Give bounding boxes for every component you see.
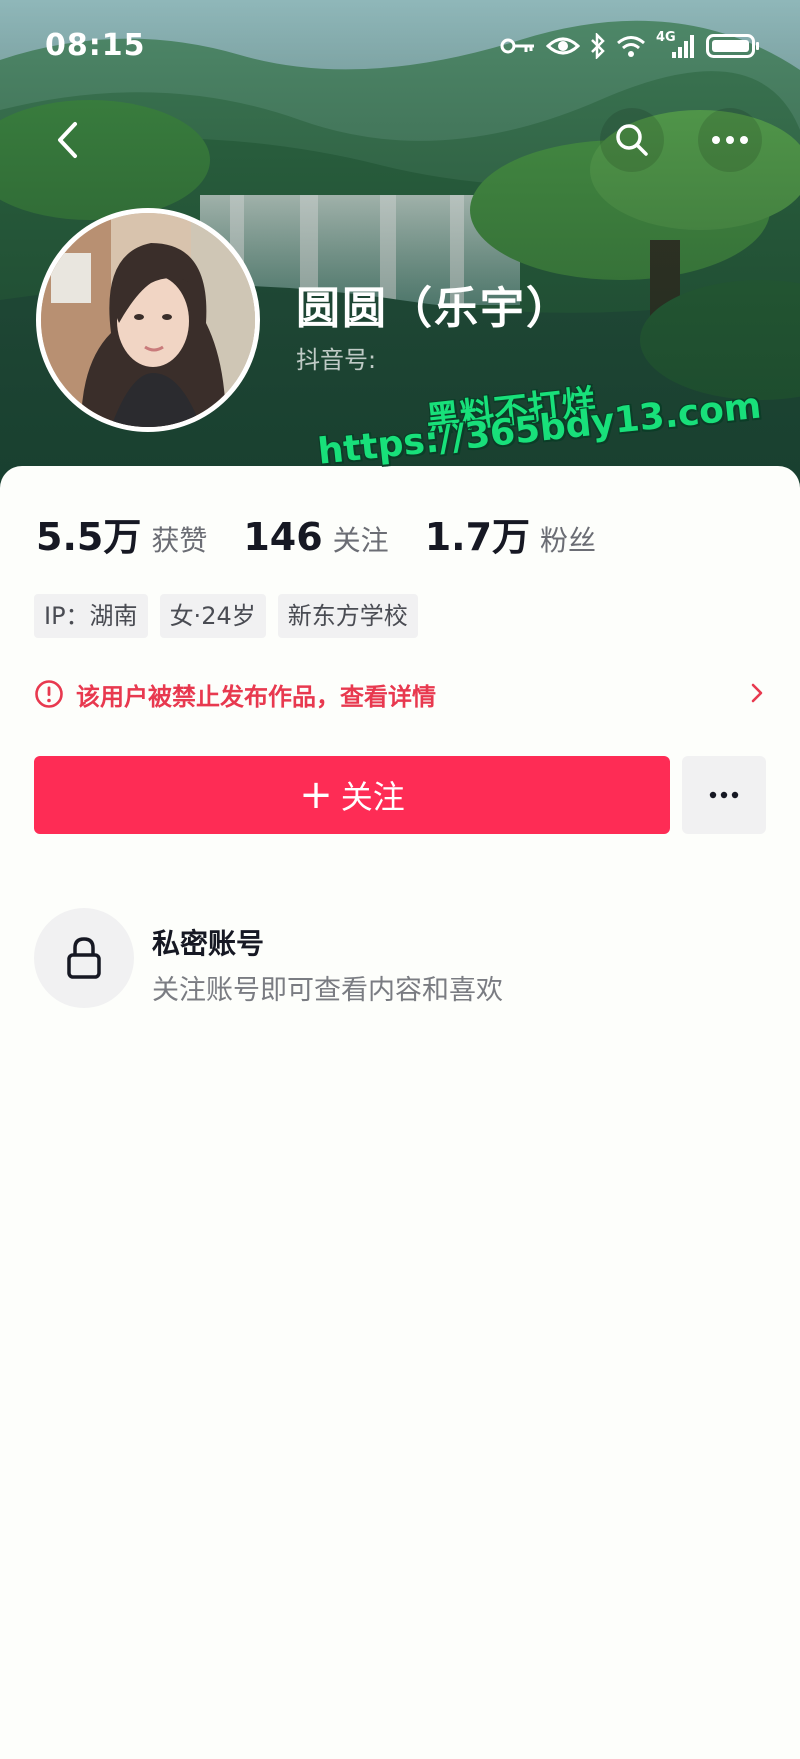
back-icon [58,122,77,158]
stat-value: 1.7万 [424,515,531,559]
ban-notice[interactable]: 该用户被禁止发布作品，查看详情 [34,672,764,716]
private-description: 关注账号即可查看内容和喜欢 [152,975,503,1006]
signal-icon: 4G [656,30,696,60]
more-button[interactable] [698,108,762,172]
stat-label: 获赞 [151,524,208,557]
stats-row: 5.5万 获赞 146 关注 1.7万 粉丝 [36,506,632,561]
private-title: 私密账号 [152,927,265,960]
nickname: 圆圆（乐宇） [296,283,572,334]
tag-ip: IP：湖南 [34,594,148,638]
profile-card: 5.5万 获赞 146 关注 1.7万 粉丝 IP：湖南 女·24岁 新东方学校… [0,466,800,1759]
private-account-notice: 私密账号 关注账号即可查看内容和喜欢 [34,908,764,1008]
more-actions-button[interactable] [682,756,766,834]
lock-icon [67,937,101,979]
stat-followers[interactable]: 1.7万 粉丝 [425,506,596,561]
status-icons: 4G [500,30,760,60]
more-icon [712,136,748,144]
bluetooth-icon [591,33,605,59]
stat-likes[interactable]: 5.5万 获赞 [36,506,207,561]
follow-button[interactable]: + 关注 [34,756,670,834]
avatar-photo [41,213,255,427]
back-button[interactable] [36,108,100,172]
follow-label: 关注 [340,778,405,816]
stat-label: 关注 [332,524,389,557]
chevron-right-icon [751,683,763,703]
plus-icon: + [299,772,333,818]
stat-value: 146 [243,515,323,559]
wifi-icon [617,36,645,57]
ban-notice-text: 该用户被禁止发布作品，查看详情 [76,682,436,711]
more-icon [709,791,739,799]
search-button[interactable] [600,108,664,172]
status-bar: 08:15 4G [0,0,800,100]
lock-badge [34,908,134,1008]
search-icon [616,124,648,156]
tag-gender-age: 女·24岁 [159,594,266,638]
stat-following[interactable]: 146 关注 [243,515,388,559]
profile-tags: IP：湖南 女·24岁 新东方学校 [34,594,418,638]
stat-label: 粉丝 [540,524,597,557]
key-icon [500,38,534,54]
stat-value: 5.5万 [36,515,142,559]
battery-icon [706,34,759,58]
avatar[interactable] [36,208,260,432]
eye-icon [546,37,580,55]
alert-icon [35,680,63,708]
douyin-id-label[interactable]: 抖音号: [296,340,376,375]
tag-school[interactable]: 新东方学校 [277,594,418,638]
status-time: 08:15 [45,28,146,63]
